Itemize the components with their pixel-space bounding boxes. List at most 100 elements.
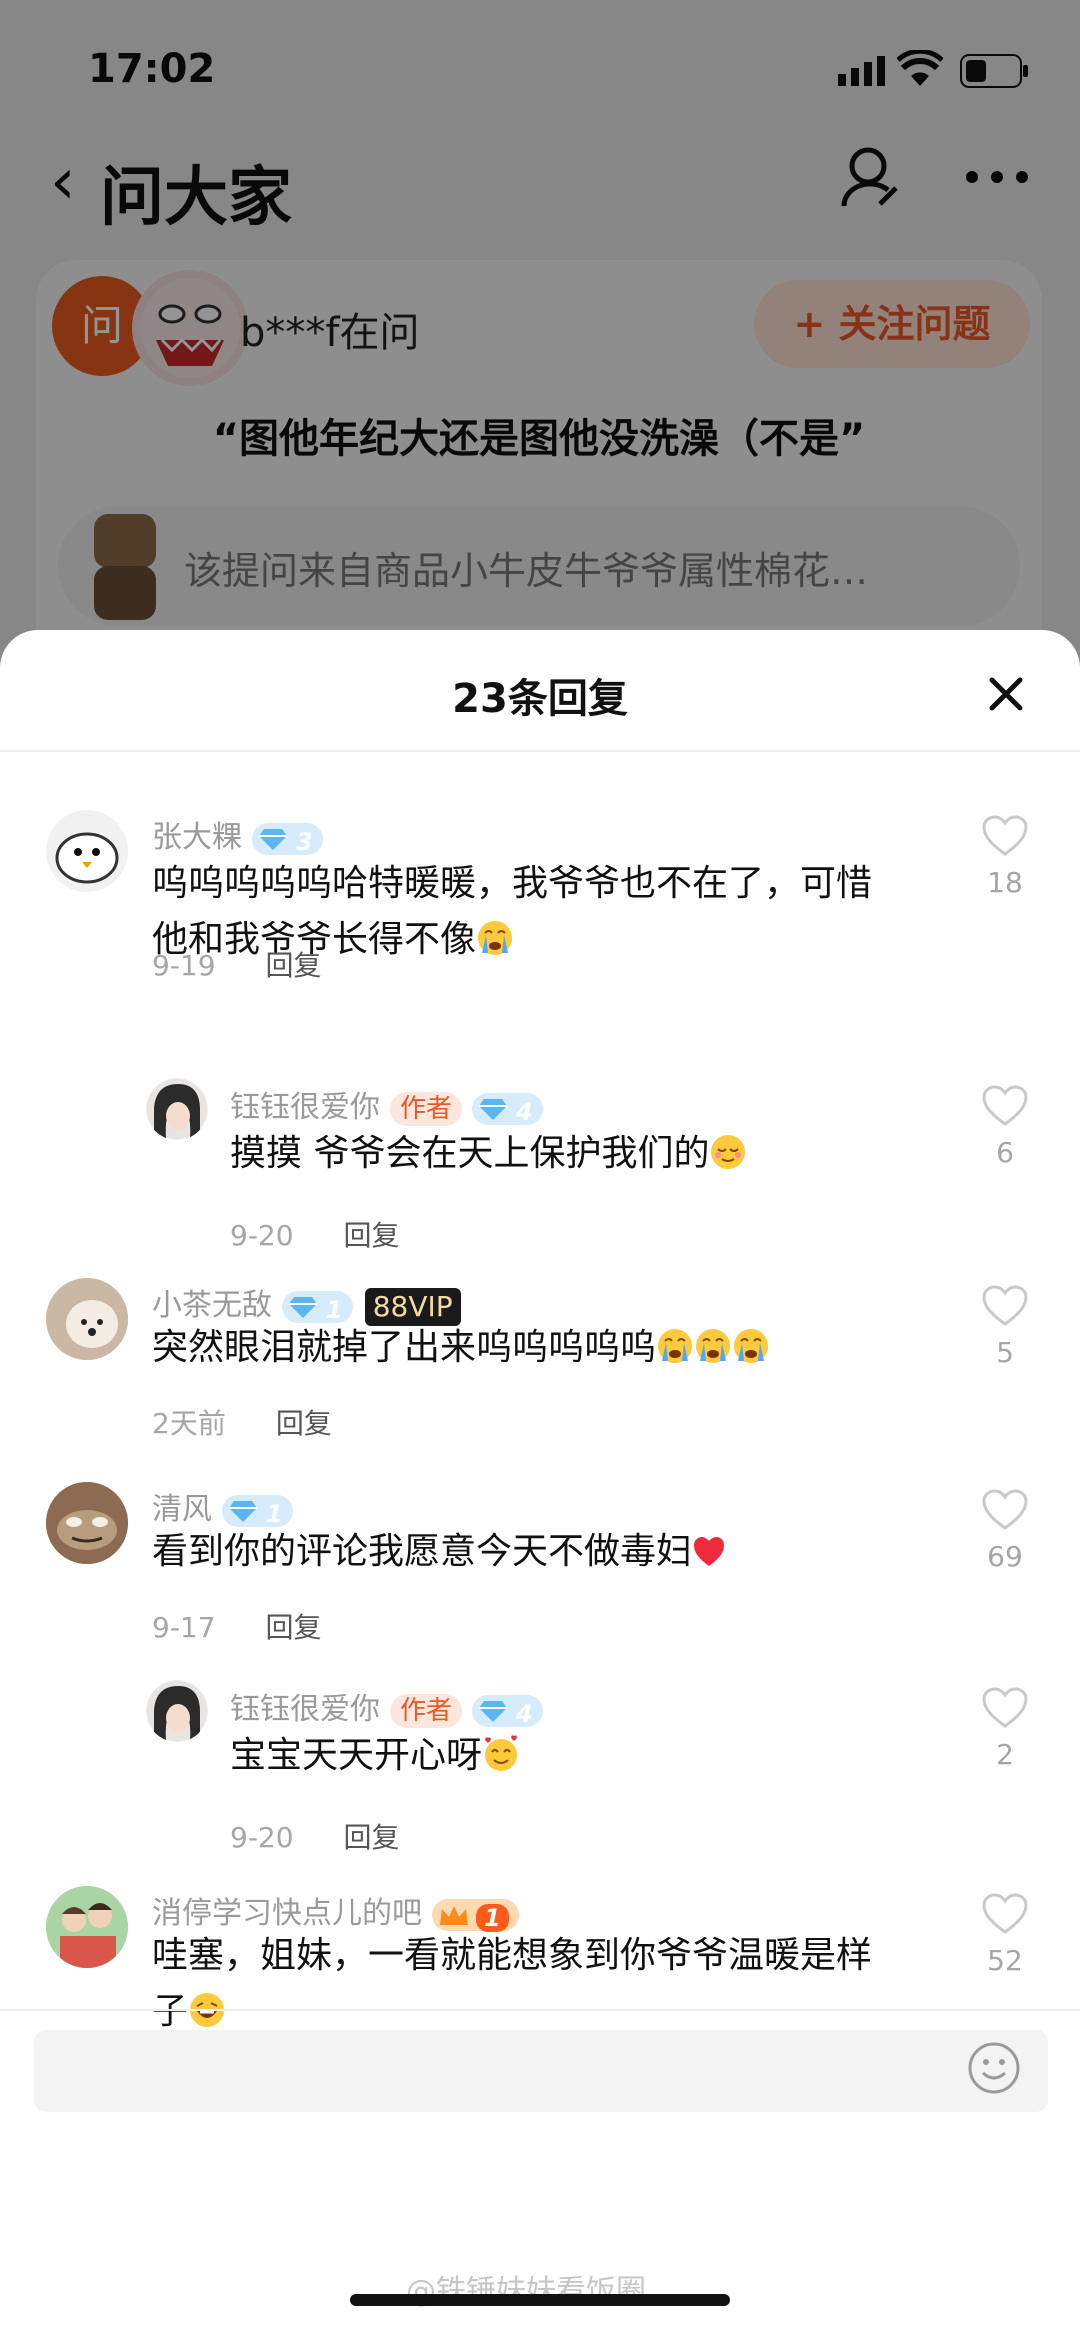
comment-meta: 2天前 回复 — [152, 1402, 332, 1442]
like-count: 6 — [996, 1136, 1014, 1169]
author-tag: 作者 — [390, 1091, 463, 1126]
commenter-name: 钰钰很爱你 作者 4 — [230, 1082, 543, 1126]
level-number: 4 — [516, 1097, 533, 1126]
heart-icon — [982, 1085, 1028, 1126]
comment-text: 宝宝天天开心呀 — [230, 1728, 520, 1784]
comment-item: 小茶无敌 1 88VIP 突然眼泪就掉了出来呜呜呜呜呜 2天前 回复 5 — [0, 1278, 1080, 1448]
avatar[interactable] — [46, 1886, 128, 1968]
level-number: 4 — [516, 1699, 533, 1728]
level-badge: 4 — [472, 1092, 543, 1126]
comment-meta: 9-20 回复 — [230, 1214, 400, 1254]
divider — [0, 750, 1080, 752]
reply-button[interactable]: 回复 — [344, 1219, 400, 1252]
comment-text: 摸摸 爷爷会在天上保护我们的 — [230, 1126, 747, 1182]
red-heart-icon — [694, 1537, 725, 1566]
level-number: 3 — [296, 827, 313, 856]
emoji-picker-icon[interactable] — [966, 2040, 1022, 2096]
like-count: 2 — [996, 1738, 1014, 1771]
girl-avatar-icon — [147, 1079, 207, 1139]
divider — [0, 2009, 1080, 2011]
like-count: 5 — [996, 1336, 1014, 1369]
comment-line: 子 — [152, 1991, 189, 2032]
crying-emoji-icon — [696, 1329, 731, 1363]
reply-button[interactable]: 回复 — [276, 1407, 332, 1440]
commenter-name: 消停学习快点儿的吧 1 — [152, 1888, 519, 1932]
comment-date: 9-20 — [230, 1821, 294, 1854]
comment-text: 突然眼泪就掉了出来呜呜呜呜呜 — [152, 1320, 770, 1376]
home-indicator[interactable] — [350, 2294, 730, 2306]
couple-avatar-icon — [46, 1886, 128, 1968]
comment-item: 消停学习快点儿的吧 1 哇塞，姐妹，一看就能想象到你爷爷温暖是样子 52 — [0, 1886, 1080, 2032]
avatar[interactable] — [46, 810, 128, 892]
penguin-avatar-icon — [55, 832, 119, 884]
comment-item: 张大粿 3 呜呜呜呜呜哈特暖暖，我爷爷也不在了，可惜 他和我爷爷长得不像 9-19 回… — [0, 800, 1080, 1000]
frog-avatar-icon — [46, 1482, 128, 1564]
commenter-name: 清风 1 — [152, 1484, 293, 1528]
avatar[interactable] — [146, 1078, 208, 1140]
crying-emoji-icon — [734, 1329, 769, 1363]
like-button[interactable]: 52 — [974, 1892, 1036, 1977]
avatar[interactable] — [46, 1278, 128, 1360]
level-badge: 3 — [252, 822, 323, 856]
reply-input[interactable] — [34, 2030, 1048, 2112]
comment-item: 钰钰很爱你 作者 4 宝宝天天开心呀 9-20 回复 2 — [0, 1672, 1080, 1854]
commenter-name-text: 小茶无敌 — [152, 1288, 272, 1323]
diamond-icon — [229, 1500, 257, 1522]
avatar[interactable] — [146, 1680, 208, 1742]
avatar[interactable] — [46, 1482, 128, 1564]
commenter-name-text: 消停学习快点儿的吧 — [152, 1896, 422, 1931]
like-count: 69 — [987, 1540, 1023, 1573]
commenter-name-text: 张大粿 — [152, 820, 242, 855]
like-button[interactable]: 2 — [974, 1686, 1036, 1771]
commenter-name-text: 钰钰很爱你 — [230, 1692, 380, 1727]
diamond-icon — [479, 1700, 508, 1722]
comment-date: 9-19 — [152, 949, 216, 982]
comment-text: 哇塞，姐妹，一看就能想象到你爷爷温暖是样子 — [152, 1928, 872, 2040]
commenter-name-text: 钰钰很爱你 — [230, 1090, 380, 1125]
like-button[interactable]: 18 — [974, 814, 1036, 899]
comment-item: 清风 1 看到你的评论我愿意今天不做毒妇 9-17 回复 69 — [0, 1482, 1080, 1652]
commenter-name: 钰钰很爱你 作者 4 — [230, 1684, 543, 1728]
like-count: 18 — [987, 866, 1023, 899]
smiling-hearts-emoji-icon — [485, 1735, 518, 1771]
close-icon[interactable] — [986, 674, 1026, 714]
heart-icon — [982, 1687, 1028, 1728]
like-button[interactable]: 5 — [974, 1284, 1036, 1369]
girl-avatar-icon — [147, 1681, 207, 1741]
comment-line: 突然眼泪就掉了出来呜呜呜呜呜 — [152, 1327, 657, 1368]
comment-date: 2天前 — [152, 1407, 226, 1440]
crown-icon — [440, 1905, 468, 1925]
diamond-icon — [259, 828, 287, 850]
diamond-icon — [479, 1098, 508, 1120]
comment-line: 看到你的评论我愿意今天不做毒妇 — [152, 1531, 693, 1572]
commenter-name: 小茶无敌 1 88VIP — [152, 1280, 461, 1326]
comment-date: 9-17 — [152, 1611, 216, 1644]
level-badge: 1 — [282, 1290, 353, 1324]
comment-text: 看到你的评论我愿意今天不做毒妇 — [152, 1524, 726, 1580]
comment-item: 钰钰很爱你 作者 4 摸摸 爷爷会在天上保护我们的 9-20 回复 6 — [0, 1070, 1080, 1252]
level-badge: 4 — [472, 1694, 543, 1728]
comment-meta: 9-20 回复 — [230, 1816, 400, 1856]
puppy-avatar-icon — [46, 1278, 128, 1360]
replies-sheet: 23条回复 张大粿 3 呜呜呜呜呜哈特暖暖，我爷爷也不在了，可惜 他和我爷爷长得不像… — [0, 630, 1080, 2337]
level-badge: 1 — [222, 1494, 293, 1528]
reply-button[interactable]: 回复 — [266, 949, 322, 982]
comment-line: 呜呜呜呜呜哈特暖暖，我爷爷也不在了，可惜 — [152, 863, 873, 904]
crying-emoji-icon — [658, 1329, 693, 1363]
like-count: 52 — [987, 1944, 1023, 1977]
commenter-name: 张大粿 3 — [152, 812, 323, 856]
reply-button[interactable]: 回复 — [344, 1821, 400, 1854]
author-tag: 作者 — [390, 1693, 463, 1728]
like-button[interactable]: 69 — [974, 1488, 1036, 1573]
commenter-name-text: 清风 — [152, 1492, 212, 1527]
heart-icon — [982, 815, 1028, 856]
comment-meta: 9-17 回复 — [152, 1606, 322, 1646]
comment-date: 9-20 — [230, 1219, 294, 1252]
reply-button[interactable]: 回复 — [266, 1611, 322, 1644]
comment-line: 宝宝天天开心呀 — [230, 1735, 483, 1776]
like-button[interactable]: 6 — [974, 1084, 1036, 1169]
relieved-emoji-icon — [711, 1135, 746, 1169]
heart-icon — [982, 1285, 1028, 1326]
crying-emoji-icon — [478, 921, 513, 955]
comment-line: 摸摸 爷爷会在天上保护我们的 — [230, 1133, 710, 1174]
